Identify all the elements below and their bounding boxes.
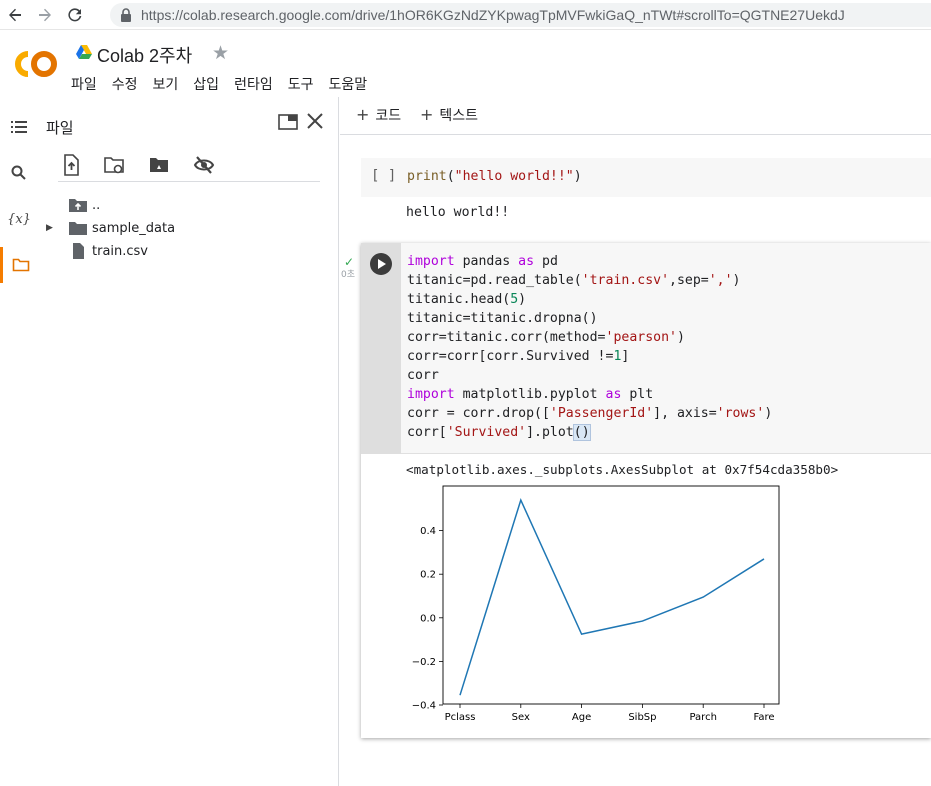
search-button[interactable] bbox=[0, 155, 38, 191]
forward-button[interactable] bbox=[30, 0, 60, 30]
code-line: titanic=titanic.dropna() bbox=[407, 311, 598, 326]
cell-code[interactable]: print("hello world!!") bbox=[407, 169, 582, 184]
y-tick-label: 0.4 bbox=[420, 526, 436, 537]
code-line: corr['Survived'].plot() bbox=[407, 424, 591, 441]
add-code-button[interactable]: + 코드 bbox=[356, 105, 401, 125]
x-tick-label: Parch bbox=[689, 712, 716, 723]
browser-toolbar: https://colab.research.google.com/drive/… bbox=[0, 0, 931, 30]
hide-files-icon[interactable] bbox=[193, 154, 215, 176]
x-tick-label: Sex bbox=[512, 712, 530, 723]
x-tick-label: Pclass bbox=[445, 712, 476, 723]
code-line: titanic.head(5) bbox=[407, 292, 527, 307]
colab-logo[interactable] bbox=[14, 50, 58, 78]
file-toolbar bbox=[58, 152, 320, 182]
tree-item-label: train.csv bbox=[92, 243, 149, 259]
cell-run-bracket[interactable]: [ ] bbox=[371, 168, 396, 184]
x-tick-label: SibSp bbox=[628, 712, 656, 723]
files-panel-title: 파일 bbox=[46, 119, 74, 137]
tree-item-parent[interactable]: .. bbox=[46, 194, 100, 216]
line-chart: 0.4 0.2 0.0 −0.2 −0.4 Pclass Sex Age SibSp Parch F… bbox=[412, 485, 780, 723]
code-line: import matplotlib.pyplot as plt bbox=[407, 387, 654, 402]
cell-gutter bbox=[361, 243, 401, 454]
variables-button[interactable]: {x} bbox=[0, 201, 38, 237]
y-tick-label: 0.2 bbox=[420, 570, 436, 581]
url-text: https://colab.research.google.com/drive/… bbox=[141, 7, 845, 23]
notebook-title[interactable]: Colab 2주차 bbox=[97, 42, 192, 68]
mount-drive-icon[interactable] bbox=[148, 154, 170, 176]
cell-code-editor[interactable]: import pandas as pd titanic=pd.read_tabl… bbox=[401, 243, 931, 454]
run-cell-button[interactable] bbox=[370, 253, 392, 275]
reload-icon bbox=[68, 7, 82, 21]
menu-edit[interactable]: 수정 bbox=[112, 74, 138, 94]
parent-folder-icon bbox=[69, 199, 87, 212]
close-icon[interactable] bbox=[306, 112, 324, 130]
y-tick-label: 0.0 bbox=[420, 613, 436, 624]
refresh-folder-icon[interactable] bbox=[103, 154, 125, 176]
code-line: titanic=pd.read_table('train.csv',sep=',… bbox=[407, 273, 741, 288]
google-drive-icon[interactable] bbox=[76, 45, 92, 59]
address-bar[interactable]: https://colab.research.google.com/drive/… bbox=[110, 3, 931, 27]
menu-insert[interactable]: 삽입 bbox=[193, 74, 219, 94]
lock-icon bbox=[121, 8, 131, 22]
tree-item-train-csv[interactable]: train.csv bbox=[46, 240, 148, 262]
folder-icon bbox=[69, 222, 87, 235]
plus-icon: + bbox=[356, 105, 370, 124]
back-button[interactable] bbox=[0, 0, 30, 30]
reload-button[interactable] bbox=[60, 0, 90, 30]
toc-button[interactable] bbox=[0, 109, 38, 145]
menu-help[interactable]: 도움말 bbox=[328, 74, 367, 94]
colab-header: Colab 2주차 ★ 파일 수정 보기 삽입 런타임 도구 도움말 bbox=[0, 30, 931, 96]
menu-bar: 파일 수정 보기 삽입 런타임 도구 도움말 bbox=[71, 74, 382, 94]
code-line: corr=titanic.corr(method='pearson') bbox=[407, 330, 685, 345]
exec-time: 0초 bbox=[341, 270, 356, 280]
code-line: corr=corr[corr.Survived !=1] bbox=[407, 349, 630, 364]
tree-item-sample-data[interactable]: ▶ sample_data bbox=[46, 217, 175, 239]
add-text-button[interactable]: + 텍스트 bbox=[420, 105, 478, 125]
x-tick-label: Age bbox=[572, 712, 591, 723]
code-line: corr = corr.drop(['PassengerId'], axis='… bbox=[407, 406, 773, 421]
folder-icon bbox=[12, 258, 29, 272]
tree-item-label: .. bbox=[92, 197, 101, 213]
x-tick-label: Fare bbox=[753, 712, 774, 723]
search-icon bbox=[11, 165, 26, 180]
menu-tools[interactable]: 도구 bbox=[288, 74, 314, 94]
y-tick-label: −0.2 bbox=[412, 657, 436, 668]
files-panel: 파일 .. ▶ sample_data train.csv bbox=[38, 97, 339, 786]
plot-frame bbox=[442, 485, 780, 705]
y-tick-label: −0.4 bbox=[412, 701, 436, 712]
notebook-toolbar: + 코드 + 텍스트 bbox=[340, 97, 931, 135]
plus-icon: + bbox=[420, 105, 434, 124]
file-icon bbox=[73, 243, 84, 259]
menu-runtime[interactable]: 런타임 bbox=[234, 74, 273, 94]
code-line: import pandas as pd bbox=[407, 254, 558, 269]
cell-output: hello world!! bbox=[406, 205, 510, 220]
expand-caret-icon[interactable]: ▶ bbox=[46, 223, 58, 233]
menu-view[interactable]: 보기 bbox=[153, 74, 179, 94]
open-in-tab-icon[interactable] bbox=[278, 114, 298, 130]
left-rail: {x} bbox=[0, 97, 38, 786]
arrow-right-icon bbox=[39, 8, 51, 21]
files-button[interactable] bbox=[0, 247, 38, 283]
star-icon[interactable]: ★ bbox=[212, 42, 229, 64]
upload-icon[interactable] bbox=[60, 154, 82, 176]
list-icon bbox=[11, 121, 27, 133]
code-cell-1[interactable]: [ ] print("hello world!!") bbox=[361, 158, 931, 197]
code-line: corr bbox=[407, 368, 439, 383]
arrow-left-icon bbox=[9, 8, 21, 21]
variables-icon: {x} bbox=[7, 211, 31, 227]
tree-item-label: sample_data bbox=[92, 220, 176, 236]
cell-output-text: <matplotlib.axes._subplots.AxesSubplot a… bbox=[406, 462, 839, 477]
menu-file[interactable]: 파일 bbox=[71, 74, 97, 94]
